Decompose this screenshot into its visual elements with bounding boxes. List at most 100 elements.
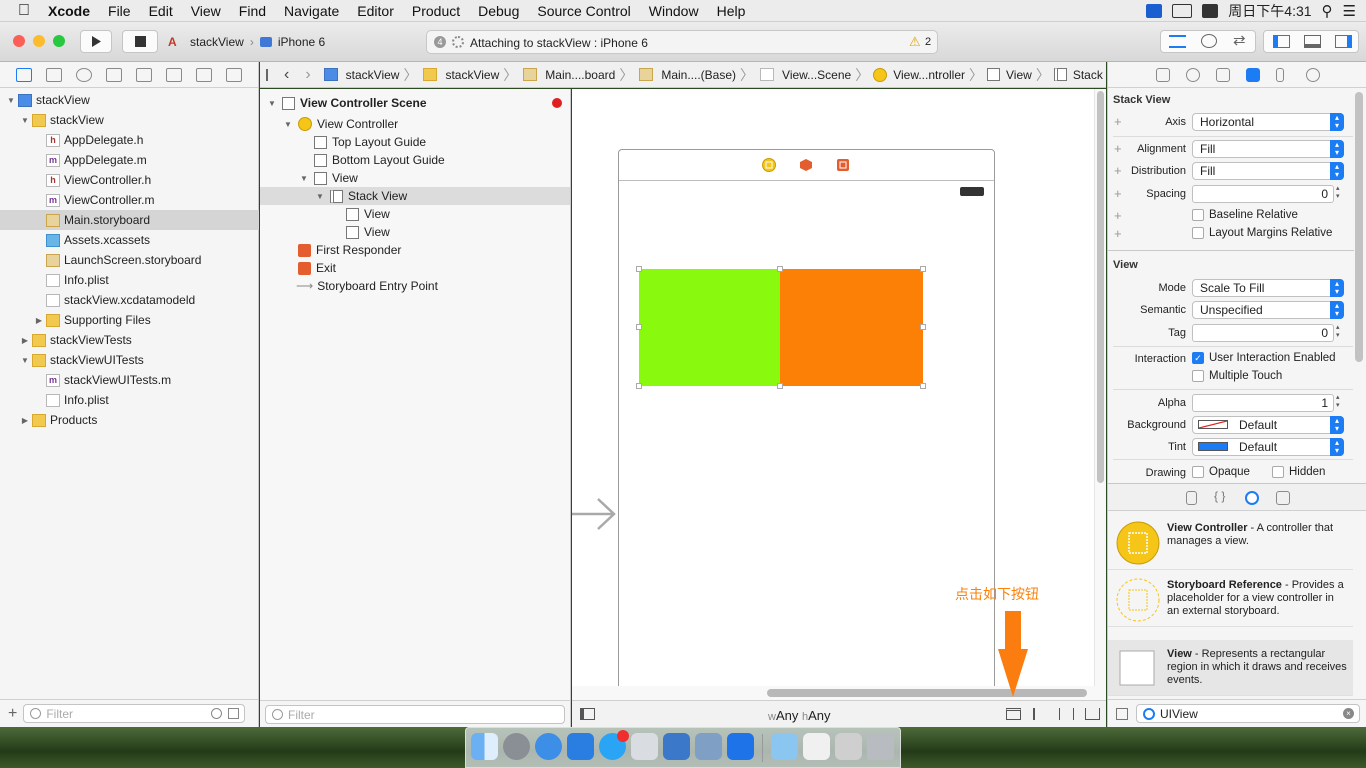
disclosure-open-icon[interactable]: ▼ <box>20 116 30 125</box>
menu-debug[interactable]: Debug <box>469 3 528 19</box>
storyboard-entry-arrow-icon[interactable] <box>572 494 617 534</box>
quick-help-icon[interactable] <box>1186 68 1200 82</box>
clock[interactable]: 周日下午4:31 <box>1228 1 1311 21</box>
menu-editor[interactable]: Editor <box>348 3 403 19</box>
app-menu[interactable]: Xcode <box>39 3 99 19</box>
add-variation-icon[interactable]: + <box>1114 114 1122 129</box>
symbol-navigator-icon[interactable] <box>46 67 62 82</box>
mode-popup[interactable]: Scale To Fill ▴ ▾ <box>1192 279 1344 297</box>
attributes-inspector-icon[interactable] <box>1246 68 1260 82</box>
breadcrumb-controller[interactable]: View...ntroller <box>870 67 968 82</box>
launchpad-icon[interactable] <box>503 733 530 760</box>
outline-item-subview[interactable]: View <box>260 205 570 223</box>
project-navigator-folder-icon[interactable] <box>16 67 32 82</box>
alignment-popup[interactable]: Fill ▴ ▾ <box>1192 140 1344 158</box>
downloads-folder-icon[interactable] <box>771 733 798 760</box>
resize-handle[interactable] <box>636 324 642 330</box>
navigator-item-file[interactable]: Assets.xcassets <box>0 230 259 250</box>
debug-navigator-icon[interactable] <box>166 67 182 82</box>
disclosure-open-icon[interactable]: ▼ <box>299 174 309 183</box>
error-indicator-icon[interactable] <box>552 98 562 108</box>
spacing-field[interactable]: 0 <box>1192 185 1334 203</box>
outline-item-view[interactable]: ▼ View <box>260 169 570 187</box>
menu-edit[interactable]: Edit <box>140 3 182 19</box>
menu-product[interactable]: Product <box>403 3 469 19</box>
stack-button-icon[interactable] <box>1006 708 1021 720</box>
run-button[interactable] <box>80 30 112 53</box>
find-navigator-icon[interactable] <box>76 67 92 82</box>
breadcrumb-stack-view[interactable]: Stack View <box>1051 68 1106 82</box>
outline-item-layout-guide[interactable]: Top Layout Guide <box>260 133 570 151</box>
simulator-icon[interactable] <box>663 733 690 760</box>
opaque-checkbox[interactable] <box>1192 466 1204 478</box>
report-navigator-icon[interactable] <box>226 67 242 82</box>
breadcrumb-base[interactable]: Main....(Base) <box>634 68 739 82</box>
canvas-vertical-scrollbar[interactable] <box>1094 89 1106 686</box>
zoom-window-button[interactable] <box>53 35 65 47</box>
resize-handle[interactable] <box>920 324 926 330</box>
help-app-icon[interactable] <box>631 733 658 760</box>
notification-center-icon[interactable]: ☰ <box>1343 2 1356 20</box>
input-source-icon[interactable] <box>1202 4 1219 18</box>
navigator-item-file[interactable]: stackView.xcdatamodeld <box>0 290 259 310</box>
outline-item-stack-view-selected[interactable]: ▼ Stack View <box>260 187 570 205</box>
library-item-selected[interactable]: View - Represents a rectangular region i… <box>1108 640 1353 696</box>
display-status-icon[interactable] <box>1172 4 1193 18</box>
distribution-popup[interactable]: Fill ▴ ▾ <box>1192 162 1344 180</box>
resolve-auto-layout-icon[interactable] <box>1085 708 1100 720</box>
close-window-button[interactable] <box>13 35 25 47</box>
multiple-touch-checkbox[interactable] <box>1192 370 1204 382</box>
connections-inspector-icon[interactable] <box>1306 68 1320 82</box>
navigator-item-file[interactable]: h AppDelegate.h <box>0 130 259 150</box>
breadcrumb-group[interactable]: stackView <box>418 68 502 82</box>
menu-source-control[interactable]: Source Control <box>528 3 639 19</box>
semantic-popup[interactable]: Unspecified ▴ ▾ <box>1192 301 1344 319</box>
navigator-item-file[interactable]: Info.plist <box>0 390 259 410</box>
clear-search-icon[interactable]: × <box>1343 708 1354 719</box>
layout-margins-relative-checkbox[interactable] <box>1192 227 1204 239</box>
xcode-dock-icon[interactable] <box>567 733 594 760</box>
navigator-item-file[interactable]: m AppDelegate.m <box>0 150 259 170</box>
navigator-item-file-selected[interactable]: Main.storyboard <box>0 210 259 230</box>
navigator-item-file[interactable]: LaunchScreen.storyboard <box>0 250 259 270</box>
outline-filter-field[interactable]: Filter <box>265 705 565 724</box>
inspector-scroll-thumb[interactable] <box>1355 92 1363 362</box>
media-library-icon[interactable] <box>1276 491 1290 505</box>
first-responder-icon[interactable] <box>799 158 813 172</box>
disclosure-closed-icon[interactable]: ▶ <box>20 336 30 345</box>
outline-item-scene[interactable]: ▼ View Controller Scene <box>260 94 570 112</box>
resize-handle[interactable] <box>777 266 783 272</box>
navigator-item-group[interactable]: ▶ stackViewTests <box>0 330 259 350</box>
grid-view-icon[interactable] <box>1116 708 1128 720</box>
navigator-item-group[interactable]: ▼ stackViewUITests <box>0 350 259 370</box>
align-button-icon[interactable] <box>1033 708 1048 720</box>
code-snippet-library-icon[interactable]: { } <box>1214 489 1225 503</box>
library-item[interactable]: Storyboard Reference - Provides a placeh… <box>1108 571 1353 627</box>
navigator-item-file[interactable]: Info.plist <box>0 270 259 290</box>
navigator-item-file[interactable]: h ViewController.h <box>0 170 259 190</box>
disclosure-closed-icon[interactable]: ▶ <box>20 416 30 425</box>
test-navigator-icon[interactable] <box>136 67 152 82</box>
disclosure-closed-icon[interactable]: ▶ <box>34 316 44 325</box>
add-file-icon[interactable]: + <box>8 705 17 723</box>
resize-handle[interactable] <box>636 266 642 272</box>
standard-editor-icon[interactable] <box>1169 35 1186 48</box>
add-variation-icon[interactable]: + <box>1114 141 1122 156</box>
alpha-field[interactable]: 1 <box>1192 394 1334 412</box>
add-variation-icon[interactable]: + <box>1114 226 1122 241</box>
scroll-thumb[interactable] <box>1097 91 1104 483</box>
source-control-filter-icon[interactable] <box>228 708 240 719</box>
resize-handle[interactable] <box>636 383 642 389</box>
library-item[interactable]: View Controller - A controller that mana… <box>1108 514 1353 570</box>
navigator-filter-field[interactable]: Filter <box>23 704 246 723</box>
preview-app-icon[interactable] <box>695 733 722 760</box>
toggle-debug-area-icon[interactable] <box>1304 35 1321 48</box>
navigator-item-project[interactable]: ▼ stackView <box>0 90 259 110</box>
spotlight-icon[interactable]: ⚲ <box>1322 2 1333 20</box>
menu-help[interactable]: Help <box>708 3 755 19</box>
outline-item-controller[interactable]: ▼ View Controller <box>260 115 570 133</box>
teamviewer-status-icon[interactable] <box>1146 4 1163 18</box>
scheme-selector[interactable]: A stackView › iPhone 6 <box>168 31 325 53</box>
resize-handle[interactable] <box>920 383 926 389</box>
toggle-utilities-icon[interactable] <box>1335 35 1352 48</box>
